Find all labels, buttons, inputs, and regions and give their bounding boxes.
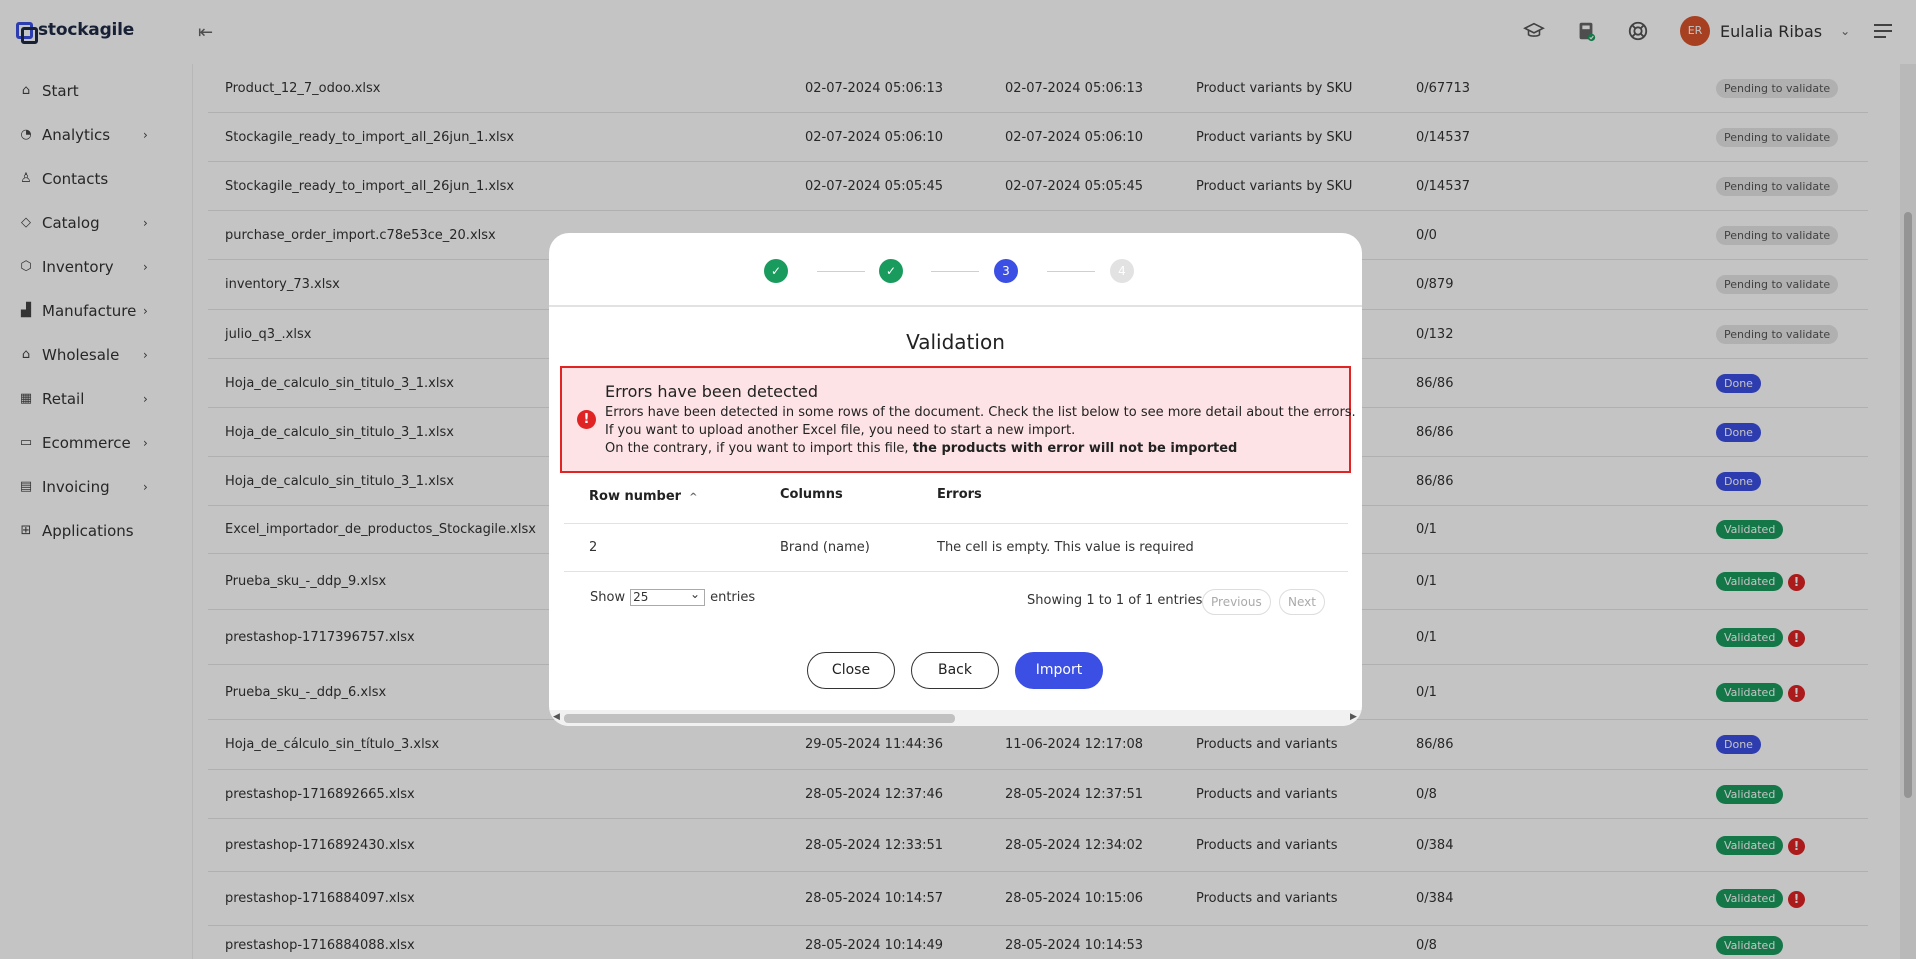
previous-page-button[interactable]: Previous (1202, 589, 1271, 615)
column-header-columns[interactable]: Columns (780, 487, 843, 502)
step-3: 3 (994, 259, 1018, 283)
error-alert: ! Errors have been detected Errors have … (560, 366, 1356, 473)
next-page-button[interactable]: Next (1279, 589, 1325, 615)
step-2-check-icon: ✓ (879, 259, 903, 283)
error-row-number: 2 (589, 540, 598, 555)
alert-text-line-3: On the contrary, if you want to import t… (605, 441, 1237, 456)
pagination-summary: Showing 1 to 1 of 1 entries (1027, 593, 1203, 608)
divider (564, 523, 1348, 524)
stepper: ✓ ✓ 3 4 (549, 233, 1362, 307)
column-header-errors[interactable]: Errors (937, 487, 982, 502)
divider (564, 571, 1348, 572)
column-header-row-number[interactable]: Row number ^ (589, 489, 697, 504)
show-label: Show (590, 590, 626, 605)
page-size-select[interactable]: 25 (630, 587, 706, 606)
error-icon: ! (577, 410, 596, 429)
modal-scrollbar-thumb[interactable] (564, 714, 955, 723)
step-1-check-icon: ✓ (764, 259, 788, 283)
error-row-column: Brand (name) (780, 540, 870, 555)
scroll-right-icon[interactable]: ▶ (1350, 712, 1357, 722)
back-button[interactable]: Back (911, 652, 999, 689)
import-button[interactable]: Import (1015, 652, 1103, 689)
error-row-message: The cell is empty. This value is require… (937, 540, 1194, 555)
modal-horizontal-scrollbar[interactable]: ◀ ▶ (549, 710, 1362, 726)
scroll-left-icon[interactable]: ◀ (553, 712, 560, 722)
alert-text-prefix: On the contrary, if you want to import t… (605, 441, 913, 456)
step-4: 4 (1110, 259, 1134, 283)
step-connector (817, 271, 865, 272)
modal-title: Validation (906, 330, 1005, 354)
close-button[interactable]: Close (807, 652, 895, 689)
entries-label: entries (710, 590, 756, 605)
alert-text-bold: the products with error will not be impo… (912, 441, 1238, 456)
alert-title: Errors have been detected (605, 382, 819, 401)
step-connector (931, 271, 979, 272)
alert-text-line-2: If you want to upload another Excel file… (605, 423, 1076, 438)
page-size-control: Show 25 entries (590, 587, 756, 606)
column-header-label: Row number (589, 489, 682, 504)
validation-modal: ✓ ✓ 3 4 Validation ! Errors have been de… (549, 233, 1362, 726)
alert-text-line-1: Errors have been detected in some rows o… (605, 405, 1356, 420)
step-connector (1047, 271, 1095, 272)
sort-up-icon: ^ (689, 492, 698, 503)
